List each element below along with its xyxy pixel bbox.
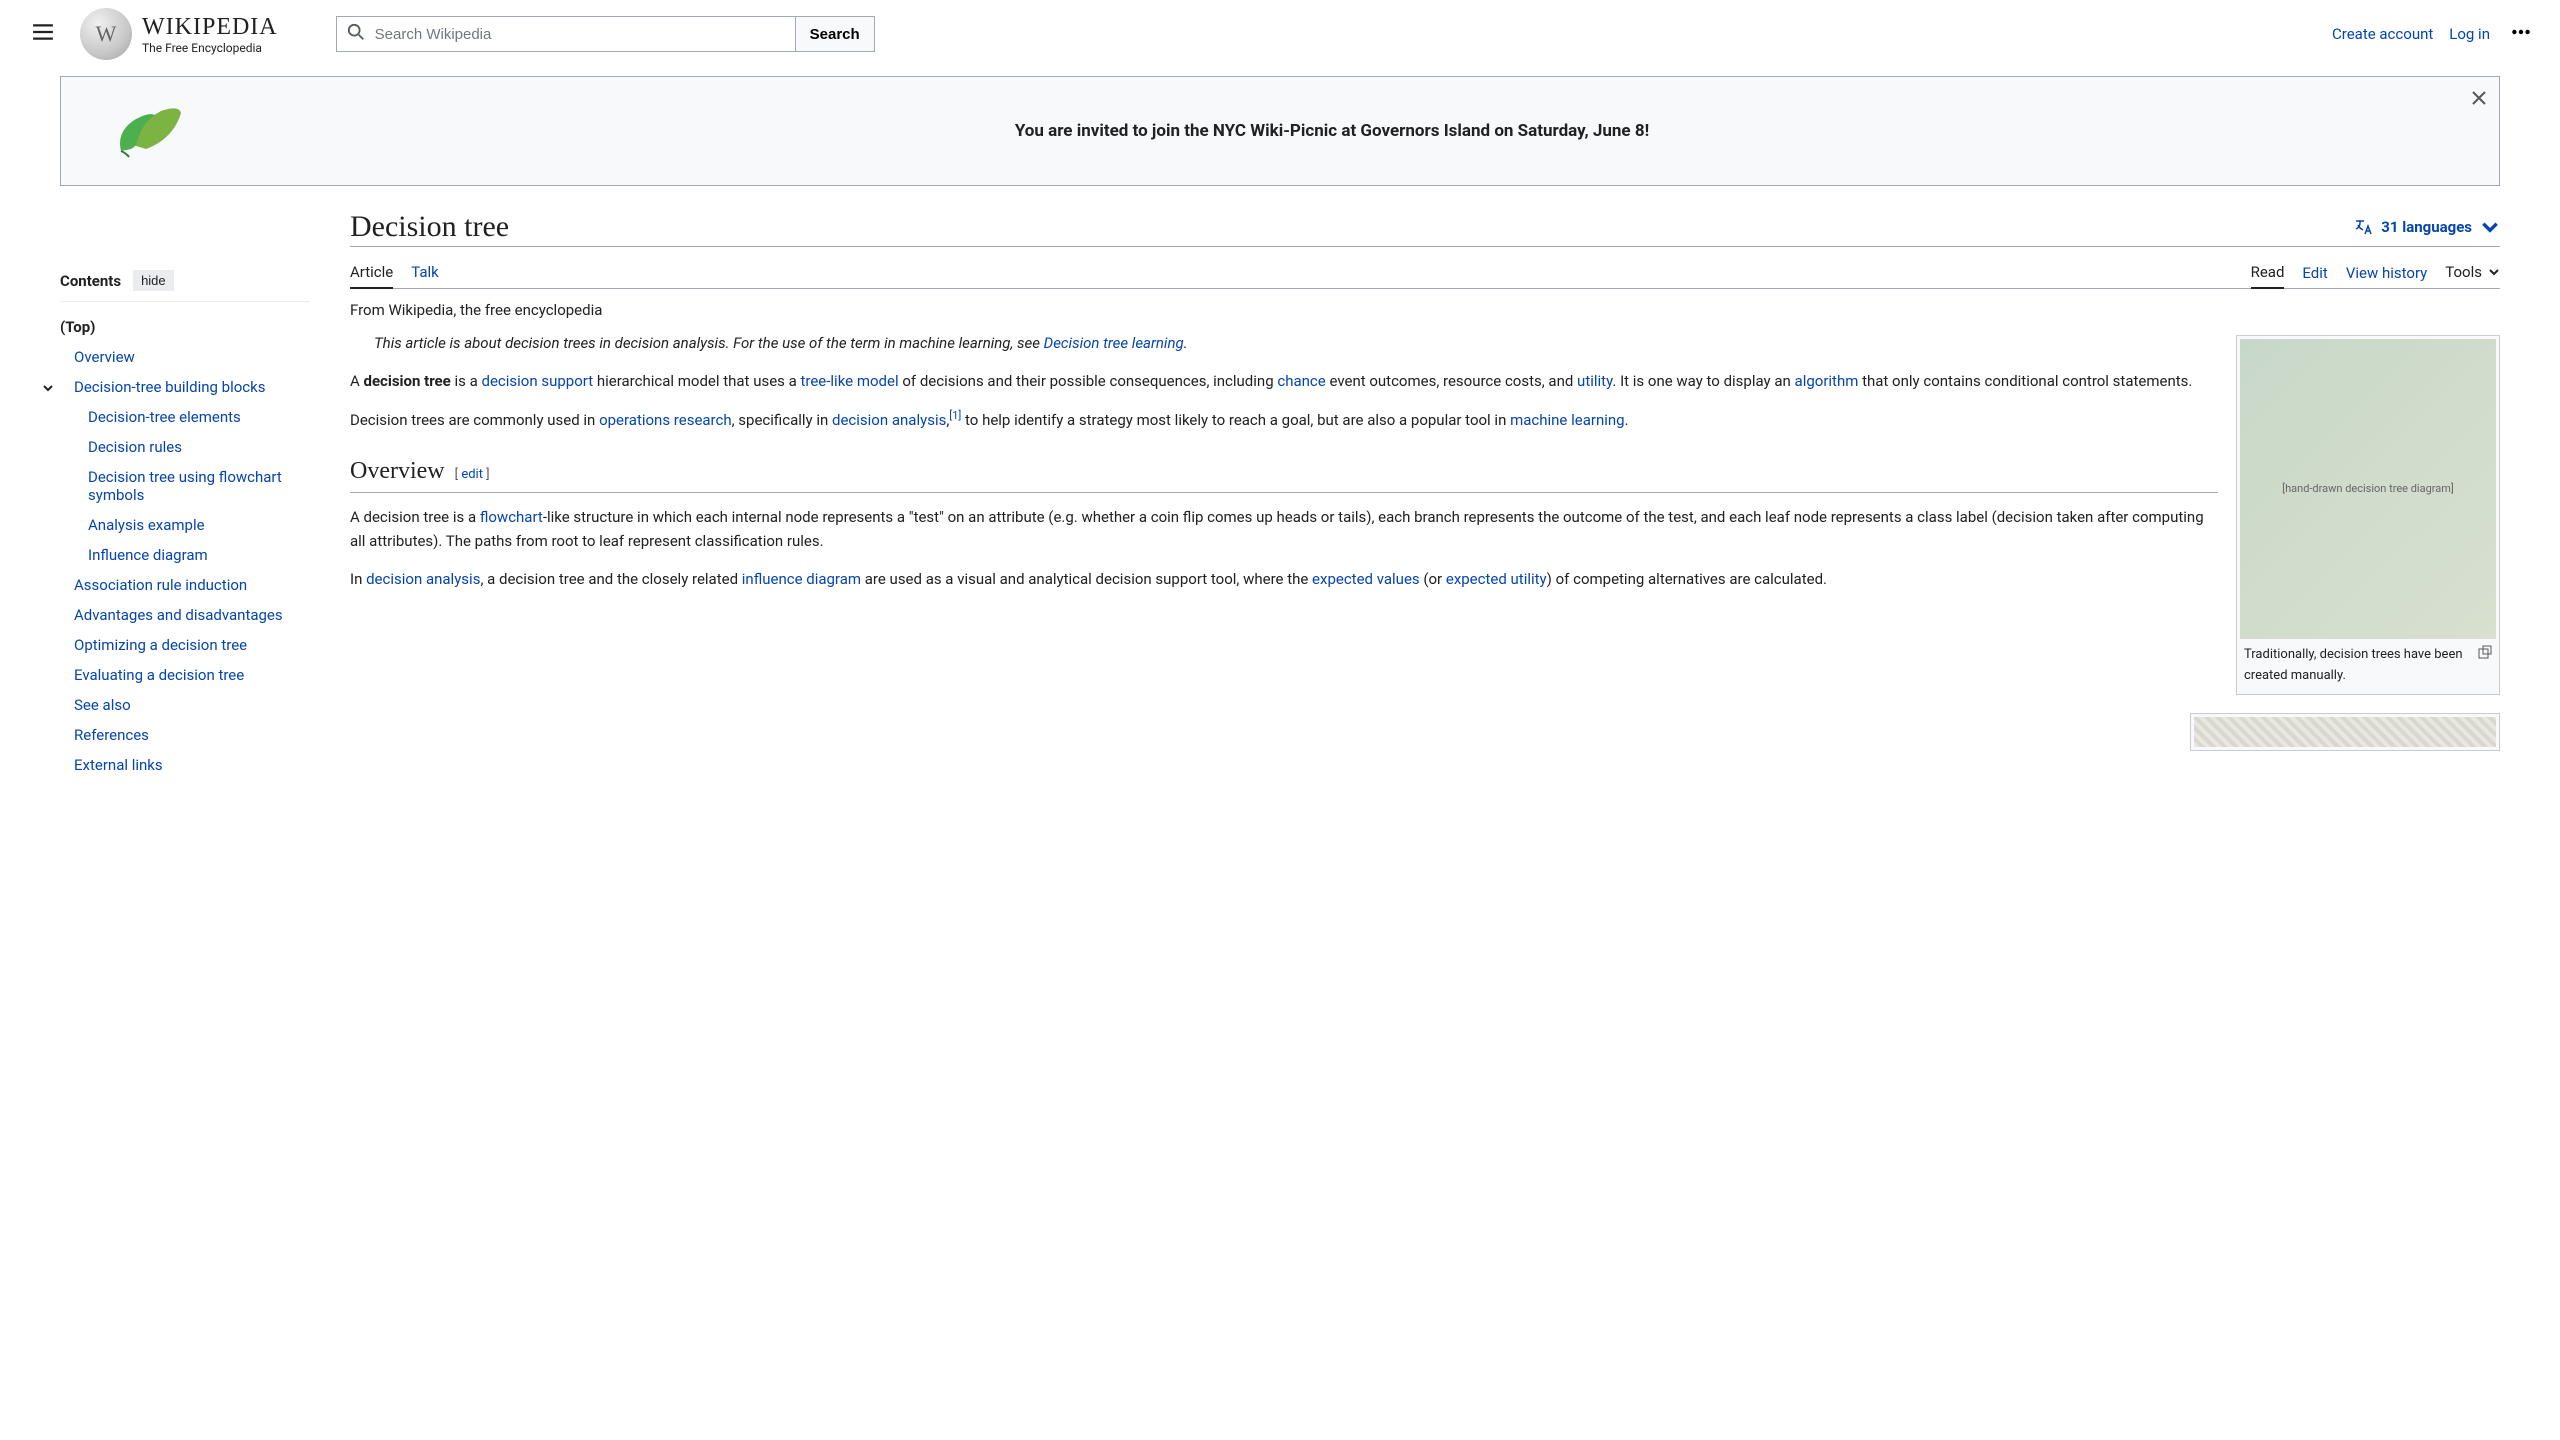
close-icon (2471, 90, 2487, 106)
chevron-down-icon (2488, 266, 2500, 278)
toc-collapse-icon[interactable] (42, 380, 54, 398)
toc-item[interactable]: Optimizing a decision tree (60, 630, 310, 660)
create-account-link[interactable]: Create account (2332, 25, 2433, 43)
second-figure (2190, 713, 2500, 751)
main-menu-button[interactable] (24, 13, 62, 55)
link-decision-analysis[interactable]: decision analysis (832, 411, 946, 429)
ellipsis-icon (2510, 21, 2532, 43)
link-chance[interactable]: chance (1277, 372, 1325, 390)
toc-item[interactable]: Decision tree using flowchart symbols (60, 462, 310, 510)
tools-label: Tools (2445, 263, 2482, 281)
enlarge-icon[interactable] (2478, 645, 2492, 687)
site-notice-banner: You are invited to join the NYC Wiki-Pic… (60, 76, 2500, 186)
toc-item[interactable]: Analysis example (60, 510, 310, 540)
logo[interactable]: WIKIPEDIA The Free Encyclopedia (80, 8, 278, 60)
language-count: 31 languages (2381, 218, 2472, 236)
lead-paragraph-2: Decision trees are commonly used in oper… (350, 407, 2500, 432)
toc-item[interactable]: Advantages and disadvantages (60, 600, 310, 630)
toc-item[interactable]: Decision-tree elements (60, 402, 310, 432)
tab-edit[interactable]: Edit (2302, 256, 2327, 288)
language-selector[interactable]: 31 languages (2353, 217, 2500, 237)
wikipedia-globe-icon (80, 8, 132, 60)
toc-item[interactable]: External links (60, 750, 310, 780)
hatnote: This article is about decision trees in … (350, 331, 2500, 355)
banner-close-button[interactable] (2471, 87, 2487, 111)
toc-item[interactable]: Influence diagram (60, 540, 310, 570)
banner-text: You are invited to join the NYC Wiki-Pic… (205, 121, 2459, 141)
toc-item[interactable]: Association rule induction (60, 570, 310, 600)
edit-section-overview[interactable]: edit (461, 467, 483, 482)
tab-talk[interactable]: Talk (411, 255, 439, 288)
page-tabs: Article Talk Read Edit View history Tool… (350, 255, 2500, 289)
chevron-down-icon (2480, 217, 2500, 237)
link-algorithm[interactable]: algorithm (1795, 372, 1859, 390)
toc-item[interactable]: Decision rules (60, 432, 310, 462)
page-subtitle: From Wikipedia, the free encyclopedia (350, 301, 2500, 319)
link-decision-analysis-2[interactable]: decision analysis (366, 570, 480, 588)
second-figure-image[interactable] (2194, 717, 2496, 747)
tab-read[interactable]: Read (2251, 255, 2285, 289)
tab-view-history[interactable]: View history (2346, 256, 2427, 288)
toc-item[interactable]: Overview (60, 342, 310, 372)
site-header: WIKIPEDIA The Free Encyclopedia Search C… (0, 0, 2560, 68)
ref-1[interactable]: [1] (949, 409, 961, 422)
toc-item[interactable]: See also (60, 690, 310, 720)
search-button[interactable]: Search (796, 16, 875, 52)
link-flowchart[interactable]: flowchart (480, 508, 543, 526)
contents-heading: Contents (60, 272, 121, 290)
overview-paragraph-1: A decision tree is a flowchart-like stru… (350, 505, 2500, 553)
more-menu-button[interactable] (2506, 17, 2536, 51)
toc-item[interactable]: Evaluating a decision tree (60, 660, 310, 690)
link-expected-values[interactable]: expected values (1312, 570, 1420, 588)
toc-hide-button[interactable]: hide (133, 270, 174, 291)
link-operations-research[interactable]: operations research (599, 411, 732, 429)
figure-caption-text: Traditionally, decision trees have been … (2244, 645, 2472, 687)
link-expected-utility[interactable]: expected utility (1446, 570, 1547, 588)
link-utility[interactable]: utility (1577, 372, 1612, 390)
tab-article[interactable]: Article (350, 255, 393, 289)
search-form: Search (336, 16, 875, 52)
link-machine-learning[interactable]: machine learning (1510, 411, 1625, 429)
overview-paragraph-2: In decision analysis, a decision tree an… (350, 567, 2500, 591)
article: Decision tree 31 languages Article Talk … (350, 210, 2500, 780)
lead-figure: [hand-drawn decision tree diagram] Tradi… (2236, 335, 2500, 695)
toc-item[interactable]: Decision-tree building blocks (60, 372, 310, 402)
link-influence-diagram[interactable]: influence diagram (742, 570, 861, 588)
leaf-icon (101, 101, 185, 161)
section-overview-heading: Overview [ edit ] (350, 452, 2218, 493)
link-tree-like-model[interactable]: tree-like model (801, 372, 899, 390)
search-icon (337, 23, 375, 45)
search-input[interactable] (375, 26, 795, 43)
login-link[interactable]: Log in (2449, 25, 2490, 43)
link-decision-support[interactable]: decision support (481, 372, 593, 390)
table-of-contents: Contents hide (Top)OverviewDecision-tree… (60, 210, 310, 780)
page-title: Decision tree (350, 210, 2353, 244)
figure-image[interactable]: [hand-drawn decision tree diagram] (2240, 339, 2496, 639)
toc-item[interactable]: (Top) (60, 312, 310, 342)
toc-item[interactable]: References (60, 720, 310, 750)
wordmark: WIKIPEDIA (142, 14, 278, 41)
tagline: The Free Encyclopedia (142, 41, 278, 55)
tools-menu[interactable]: Tools (2445, 263, 2500, 281)
language-icon (2353, 217, 2373, 237)
hamburger-icon (32, 21, 54, 43)
hatnote-link[interactable]: Decision tree learning (1044, 334, 1184, 352)
lead-paragraph-1: A decision tree is a decision support hi… (350, 369, 2500, 393)
